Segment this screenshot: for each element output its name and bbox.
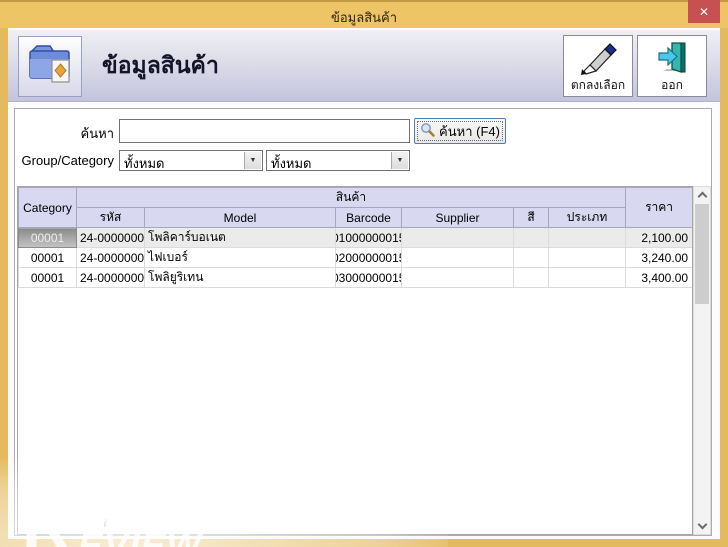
table-row[interactable]: 00001 24-000000000 โพลิคาร์บอเนต 0100000… [18, 227, 692, 248]
cell-category[interactable]: 00001 [18, 247, 77, 268]
category-dropdown[interactable]: ทั้งหมด ▼ [266, 150, 410, 171]
main-panel: ค้นหา ค้นหา (F4) Group/Category ทั้งหมด … [14, 108, 712, 536]
col-header-price[interactable]: ราคา [625, 187, 692, 228]
group-dropdown-value: ทั้งหมด [124, 156, 165, 171]
cell-color[interactable] [513, 227, 549, 248]
app-icon-box [18, 36, 82, 97]
scroll-up-icon[interactable] [697, 191, 708, 202]
scroll-down-icon[interactable] [697, 519, 708, 530]
col-header-model[interactable]: Model [144, 207, 336, 228]
cell-price[interactable]: 3,400.00 [625, 267, 692, 288]
table-row[interactable]: 00001 24-000000000 ไฟเบอร์ 02000000015 3… [18, 247, 692, 268]
close-button[interactable]: ✕ [688, 0, 720, 23]
category-dropdown-value: ทั้งหมด [271, 156, 312, 171]
cell-color[interactable] [513, 247, 549, 268]
chevron-down-icon[interactable]: ▼ [244, 152, 261, 169]
cell-type[interactable] [547, 267, 627, 288]
exit-button[interactable]: ออก [637, 35, 707, 97]
cell-price[interactable]: 3,240.00 [625, 247, 692, 268]
products-table: Category สินค้า ราคา รหัส Model Barcode … [18, 187, 692, 288]
header-band: ข้อมูลสินค้า ตกลงเลือก ออก [8, 30, 720, 102]
exit-label: ออก [661, 78, 683, 92]
page-title: ข้อมูลสินค้า [102, 52, 219, 78]
col-header-type[interactable]: ประเภท [547, 207, 627, 228]
col-header-barcode[interactable]: Barcode [335, 207, 402, 228]
magnifier-icon [420, 122, 435, 140]
cell-barcode[interactable]: 01000000015 [335, 227, 402, 248]
col-header-color[interactable]: สี [513, 207, 549, 228]
search-button[interactable]: ค้นหา (F4) [414, 118, 506, 144]
col-header-code[interactable]: รหัส [76, 207, 145, 228]
cell-category[interactable]: 00001 [18, 267, 77, 288]
group-header-product: สินค้า [75, 187, 627, 208]
cell-code[interactable]: 24-000000000 [76, 267, 145, 288]
title-bar[interactable]: ข้อมูลสินค้า [0, 0, 728, 28]
products-grid: Category สินค้า ราคา รหัส Model Barcode … [17, 186, 693, 535]
vertical-scrollbar[interactable] [693, 186, 711, 535]
cell-model[interactable]: ไฟเบอร์ [144, 247, 336, 268]
col-header-category[interactable]: Category [18, 187, 77, 228]
cell-color[interactable] [513, 267, 549, 288]
table-row[interactable]: 00001 24-000000000 โพลิยูริเทน 030000000… [18, 267, 692, 288]
cell-supplier[interactable] [401, 247, 514, 268]
window-title: ข้อมูลสินค้า [330, 10, 398, 25]
select-ok-label: ตกลงเลือก [570, 78, 626, 92]
product-folder-icon [27, 42, 73, 91]
scrollbar-thumb[interactable] [695, 204, 709, 304]
search-label: ค้นหา [80, 126, 114, 141]
cell-supplier[interactable] [401, 267, 514, 288]
cell-price[interactable]: 2,100.00 [625, 227, 692, 248]
cell-model[interactable]: โพลิยูริเทน [144, 267, 336, 288]
exit-door-icon [651, 39, 693, 78]
chevron-down-icon[interactable]: ▼ [391, 152, 408, 169]
cell-type[interactable] [547, 247, 627, 268]
close-icon: ✕ [698, 4, 710, 19]
pen-check-icon [577, 39, 619, 78]
cell-barcode[interactable]: 03000000015 [335, 267, 402, 288]
window-content: ข้อมูลสินค้า ตกลงเลือก ออก ค้นหา ค้นหา (… [0, 28, 720, 547]
search-input[interactable] [119, 119, 410, 143]
cell-model[interactable]: โพลิคาร์บอเนต [144, 227, 336, 248]
cell-barcode[interactable]: 02000000015 [335, 247, 402, 268]
cell-supplier[interactable] [401, 227, 514, 248]
group-dropdown[interactable]: ทั้งหมด ▼ [119, 150, 263, 171]
search-button-label: ค้นหา (F4) [439, 123, 500, 139]
cell-code[interactable]: 24-000000000 [76, 227, 145, 248]
group-category-label: Group/Category [21, 153, 115, 168]
app-window: ข้อมูลสินค้า ✕ ข้อมูลสินค้า ตกลงเลือก ออ… [0, 0, 728, 547]
cell-category[interactable]: 00001 [18, 227, 77, 248]
cell-type[interactable] [547, 227, 627, 248]
col-header-supplier[interactable]: Supplier [401, 207, 514, 228]
select-ok-button[interactable]: ตกลงเลือก [563, 35, 633, 97]
cell-code[interactable]: 24-000000000 [76, 247, 145, 268]
